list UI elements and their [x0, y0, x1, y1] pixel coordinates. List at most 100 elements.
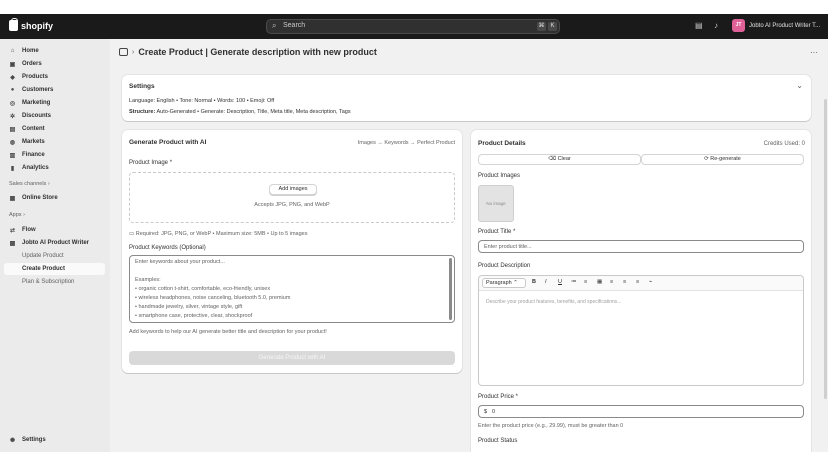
- sidebar-item-app[interactable]: ▩ Jobto AI Product Writer: [4, 237, 105, 249]
- keywords-help: Add keywords to help our AI generate bet…: [129, 329, 327, 335]
- shopify-logo[interactable]: shopify: [9, 18, 54, 31]
- keywords-placeholder-2: Examples:: [135, 277, 161, 283]
- table-button[interactable]: ▦: [597, 279, 602, 285]
- sales-channels-label[interactable]: Sales channels ›: [9, 181, 50, 187]
- avatar: JT: [732, 19, 745, 32]
- link-button[interactable]: ⌁: [649, 279, 652, 285]
- align-right-button[interactable]: ≡: [636, 279, 639, 285]
- brand-name: shopify: [21, 20, 54, 31]
- product-image-label: Product Image *: [129, 160, 173, 166]
- add-images-button[interactable]: Add images: [269, 184, 317, 195]
- description-placeholder: Describe your product features, benefits…: [486, 299, 622, 305]
- chart-icon: ▮: [10, 165, 15, 172]
- product-title-placeholder: Enter product title...: [484, 244, 532, 250]
- store-icon: ▦: [9, 195, 16, 202]
- bullet-list-button[interactable]: ≔: [571, 279, 577, 285]
- target-icon: ◎: [9, 100, 16, 107]
- settings-line-1: Language: English • Tone: Normal • Words…: [129, 98, 275, 104]
- keywords-textarea[interactable]: Enter keywords about your product... Exa…: [129, 255, 455, 323]
- sidebar-item-finance[interactable]: ▥ Finance: [4, 149, 105, 161]
- trash-icon: ⌫: [548, 156, 558, 162]
- sidebar: ⌂ Home ▣ Orders ◆ Products ● Customers ◎ Mark…: [0, 39, 110, 452]
- app-page-icon: [119, 48, 128, 56]
- app-frame: shopify ⌕ Search ⌘ K ▤ ♪ JT Jobto AI Pro…: [0, 14, 828, 452]
- textarea-scrollbar[interactable]: [449, 258, 452, 320]
- keywords-placeholder-6: • smartphone case, protective, clear, sh…: [135, 313, 253, 319]
- chevron-right-icon: ›: [132, 48, 135, 56]
- sidebar-item-products[interactable]: ◆ Products: [4, 71, 105, 83]
- globe-icon: ◍: [9, 139, 16, 146]
- shopify-bag-icon: [9, 18, 18, 31]
- search-icon: ⌕: [272, 21, 277, 30]
- search-placeholder: Search: [283, 22, 306, 29]
- shortcut-cmd: ⌘: [537, 22, 546, 31]
- apps-label[interactable]: Apps ›: [9, 212, 25, 218]
- align-center-button[interactable]: ≡: [623, 279, 626, 285]
- sidebar-item-orders[interactable]: ▣ Orders: [4, 58, 105, 70]
- user-menu[interactable]: JT Jobto AI Product Writer T...: [732, 19, 820, 32]
- settings-title: Settings: [129, 83, 155, 90]
- image-requirements: ▭ Required: JPG, PNG, or WebP • Maximum …: [129, 231, 308, 237]
- shortcut-k: K: [548, 22, 557, 31]
- sidebar-item-online-store[interactable]: ▦ Online Store: [4, 192, 105, 204]
- accepts-text: Accepts JPG, PNG, and WebP: [254, 202, 330, 208]
- credits-used: Credits Used: 0: [763, 141, 805, 147]
- product-details-card: Product Details Credits Used: 0 ⌫ Clear …: [471, 130, 811, 452]
- page-scrollbar[interactable]: [824, 99, 827, 399]
- settings-card: Settings ⌄ Language: English • Tone: Nor…: [122, 75, 811, 121]
- generate-card: Generate Product with AI Images → Keywor…: [122, 130, 462, 373]
- product-details-title: Product Details: [478, 140, 526, 147]
- sidebar-item-settings[interactable]: ✺ Settings: [4, 434, 105, 446]
- sidebar-item-content[interactable]: ▤ Content: [4, 123, 105, 135]
- sidebar-item-discounts[interactable]: ✲ Discounts: [4, 110, 105, 122]
- price-help: Enter the product price (e.g., 29.99), m…: [478, 423, 624, 429]
- chevron-down-icon[interactable]: ⌄: [796, 81, 803, 90]
- product-title-label: Product Title *: [478, 229, 516, 235]
- bank-icon: ▥: [9, 152, 16, 159]
- sidebar-item-analytics[interactable]: ▮ Analytics: [4, 162, 105, 174]
- keywords-placeholder-3: • organic cotton t-shirt, comfortable, e…: [135, 286, 271, 292]
- chevron-updown-icon: ⌃: [511, 280, 518, 286]
- sidebar-item-update-product[interactable]: Update Product: [4, 250, 105, 262]
- bold-button[interactable]: B: [532, 279, 536, 285]
- italic-button[interactable]: I: [545, 279, 547, 285]
- product-description-label: Product Description: [478, 263, 531, 269]
- keywords-placeholder-0: Enter keywords about your product...: [135, 259, 225, 265]
- sidebar-item-home[interactable]: ⌂ Home: [4, 45, 105, 57]
- product-title-input[interactable]: Enter product title...: [478, 240, 804, 253]
- numbered-list-button[interactable]: ≡: [584, 279, 587, 285]
- sidebar-item-flow[interactable]: ⇄ Flow: [4, 224, 105, 236]
- generate-title: Generate Product with AI: [129, 139, 207, 146]
- search-input[interactable]: ⌕ Search ⌘ K: [266, 19, 560, 34]
- sidebar-item-markets[interactable]: ◍ Markets: [4, 136, 105, 148]
- paragraph-select[interactable]: Paragraph ⌃: [482, 278, 526, 288]
- image-dropzone[interactable]: Add images Accepts JPG, PNG, and WebP: [129, 172, 455, 223]
- sidebar-item-customers[interactable]: ● Customers: [4, 84, 105, 96]
- underline-button[interactable]: U: [558, 279, 562, 285]
- settings-line-2: Structure: Auto-Generated • Generate: De…: [129, 109, 351, 115]
- product-price-label: Product Price *: [478, 394, 519, 400]
- store-icon[interactable]: ▤: [695, 21, 703, 30]
- align-left-button[interactable]: ≡: [610, 279, 613, 285]
- product-images-label: Product Images: [478, 173, 521, 179]
- sidebar-item-plan[interactable]: Plan & Subscription: [4, 276, 105, 288]
- home-icon: ⌂: [10, 48, 15, 54]
- regenerate-button[interactable]: ⟳ Re-generate: [641, 154, 804, 165]
- generate-button[interactable]: Generate Product with AI: [129, 351, 455, 365]
- keywords-label: Product Keywords (Optional): [129, 245, 206, 251]
- more-actions-button[interactable]: ···: [810, 48, 818, 57]
- product-status-label: Product Status: [478, 438, 518, 444]
- person-icon: ●: [10, 87, 15, 93]
- product-price-input[interactable]: $ 0: [478, 405, 804, 418]
- sidebar-item-marketing[interactable]: ◎ Marketing: [4, 97, 105, 109]
- sidebar-item-create-product[interactable]: Create Product: [4, 263, 105, 275]
- keywords-placeholder-5: • handmade jewelry, silver, vintage styl…: [135, 304, 243, 310]
- discount-icon: ✲: [9, 113, 16, 120]
- description-editor[interactable]: Paragraph ⌃ B I U ≔ ≡ ▦ ≡ ≡ ≡ ⌁ Describe…: [478, 275, 804, 386]
- gear-icon: ✺: [9, 437, 16, 444]
- bell-icon[interactable]: ♪: [714, 21, 718, 30]
- clear-button[interactable]: ⌫ Clear: [478, 154, 641, 165]
- flow-icon: ⇄: [9, 227, 16, 234]
- no-image-placeholder: No image: [478, 185, 514, 222]
- main-content: › Create Product | Generate description …: [110, 39, 828, 452]
